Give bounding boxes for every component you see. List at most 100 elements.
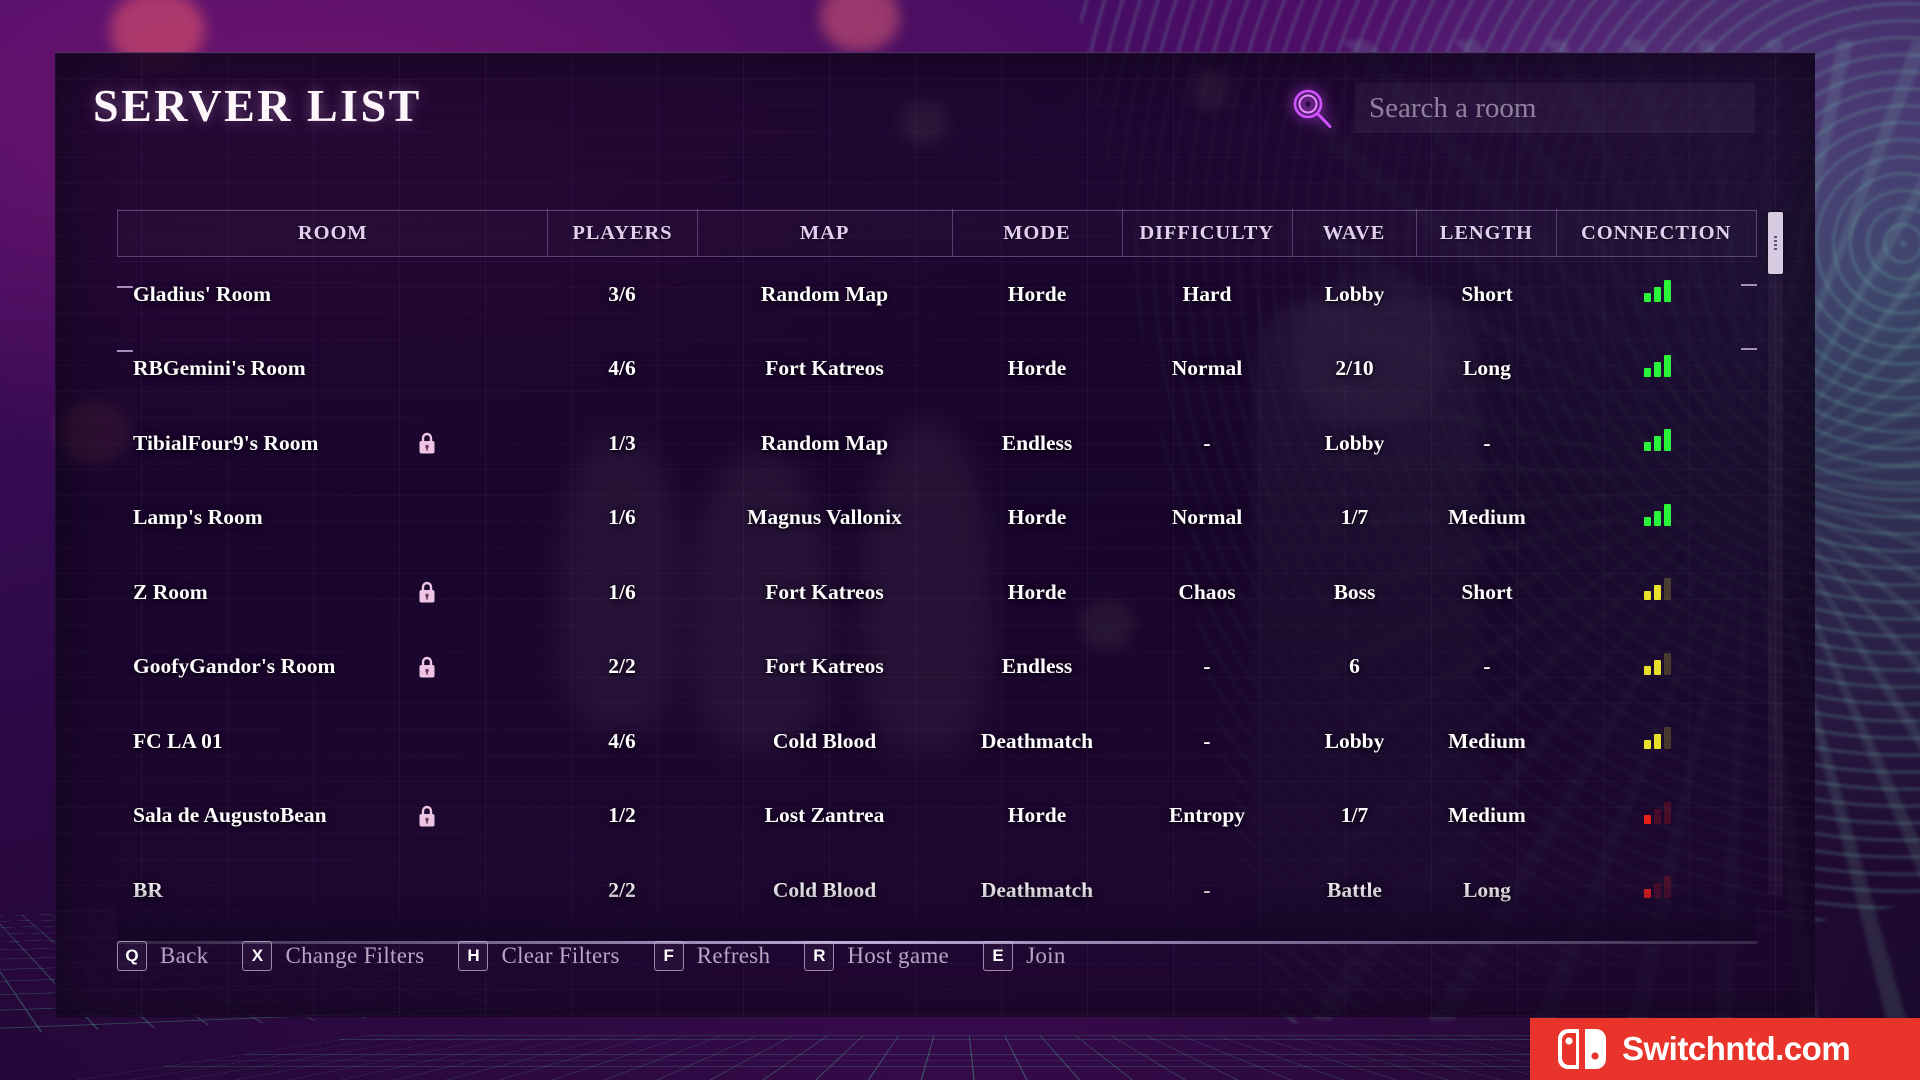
- keybind-footer: Q Back X Change Filters H Clear Filters F Refre…: [117, 941, 1100, 971]
- cell-connection: [1557, 355, 1757, 383]
- search-icon[interactable]: [1289, 85, 1335, 131]
- cell-mode: Endless: [952, 431, 1122, 456]
- table-row[interactable]: Gladius' Room 3/6 Random Map Horde Hard Lobby…: [117, 257, 1757, 332]
- cell-connection: [1557, 802, 1757, 830]
- cell-difficulty: -: [1122, 654, 1292, 679]
- keybind-clear-filters[interactable]: H Clear Filters: [458, 941, 619, 971]
- cell-map: Fort Katreos: [697, 356, 952, 381]
- cell-room: RBGemini's Room: [117, 356, 547, 381]
- cell-connection: [1557, 876, 1757, 904]
- lock-icon: [417, 431, 437, 455]
- column-header-mode[interactable]: MODE: [952, 222, 1122, 245]
- keybind-label: Refresh: [697, 943, 771, 969]
- cell-map: Cold Blood: [697, 729, 952, 754]
- cell-difficulty: Normal: [1122, 356, 1292, 381]
- cell-wave: 1/7: [1292, 803, 1417, 828]
- cell-connection: [1557, 504, 1757, 532]
- search-field-container[interactable]: [1355, 83, 1755, 133]
- table-row[interactable]: RBGemini's Room 4/6 Fort Katreos Horde Norma…: [117, 332, 1757, 407]
- cell-map: Fort Katreos: [697, 654, 952, 679]
- cell-wave: Lobby: [1292, 282, 1417, 307]
- cell-mode: Horde: [952, 505, 1122, 530]
- cell-map: Lost Zantrea: [697, 803, 952, 828]
- cell-difficulty: Hard: [1122, 282, 1292, 307]
- connection-signal-bars: [1644, 727, 1671, 749]
- keybind-label: Clear Filters: [501, 943, 619, 969]
- connection-signal-bars: [1644, 355, 1671, 377]
- table-row[interactable]: Sala de AugustoBean 1/2 Lost Zantrea Horde E…: [117, 779, 1757, 854]
- table-row[interactable]: BR 2/2 Cold Blood Deathmatch - Battle Long: [117, 853, 1757, 928]
- room-name: Lamp's Room: [133, 505, 263, 530]
- column-header-map[interactable]: MAP: [697, 222, 952, 245]
- table-row[interactable]: GoofyGandor's Room 2/2 Fort Katreos Endless…: [117, 630, 1757, 705]
- cell-length: Medium: [1417, 729, 1557, 754]
- cell-mode: Deathmatch: [952, 729, 1122, 754]
- keybind-back[interactable]: Q Back: [117, 941, 208, 971]
- cell-connection: [1557, 653, 1757, 681]
- connection-signal-bars: [1644, 280, 1671, 302]
- column-header-wave[interactable]: WAVE: [1292, 222, 1417, 245]
- keybind-label: Back: [160, 943, 208, 969]
- cell-map: Random Map: [697, 431, 952, 456]
- panel-header: SERVER LIST: [55, 53, 1815, 163]
- connection-signal-bars: [1644, 429, 1671, 451]
- cell-players: 4/6: [547, 356, 697, 381]
- connection-signal-bars: [1644, 876, 1671, 898]
- keybind-join[interactable]: E Join: [983, 941, 1066, 971]
- column-header-players[interactable]: PLAYERS: [547, 222, 697, 245]
- cell-wave: Lobby: [1292, 431, 1417, 456]
- cell-connection: [1557, 727, 1757, 755]
- lock-icon: [417, 804, 437, 828]
- column-header-connection[interactable]: CONNECTION: [1556, 222, 1756, 245]
- cell-wave: 2/10: [1292, 356, 1417, 381]
- watermark-text: Switchntd.com: [1622, 1030, 1850, 1068]
- cell-difficulty: Normal: [1122, 505, 1292, 530]
- cell-mode: Horde: [952, 356, 1122, 381]
- cell-players: 1/6: [547, 580, 697, 605]
- room-name: FC LA 01: [133, 729, 223, 754]
- cell-connection: [1557, 280, 1757, 308]
- search-input[interactable]: [1369, 92, 1741, 125]
- keybind-host-game[interactable]: R Host game: [804, 941, 949, 971]
- column-header-difficulty[interactable]: DIFFICULTY: [1122, 222, 1292, 245]
- connection-signal-bars: [1644, 578, 1671, 600]
- server-list-panel: SERVER LIST ROOM PLAYERS MAP MODE DIFFIC…: [55, 52, 1815, 1017]
- table-row[interactable]: FC LA 01 4/6 Cold Blood Deathmatch - Lobby Med…: [117, 704, 1757, 779]
- keybind-key-r: R: [804, 941, 834, 971]
- table-header-row: ROOM PLAYERS MAP MODE DIFFICULTY WAVE LE…: [117, 210, 1757, 257]
- room-name: TibialFour9's Room: [133, 431, 318, 456]
- column-header-room[interactable]: ROOM: [118, 222, 547, 245]
- cell-wave: 1/7: [1292, 505, 1417, 530]
- cell-room: Gladius' Room: [117, 282, 547, 307]
- cell-map: Magnus Vallonix: [697, 505, 952, 530]
- search-area: [1289, 83, 1755, 133]
- cell-length: Short: [1417, 282, 1557, 307]
- list-scrollbar-track[interactable]: [1768, 212, 1783, 895]
- cell-difficulty: Chaos: [1122, 580, 1292, 605]
- room-name: RBGemini's Room: [133, 356, 306, 381]
- cell-players: 4/6: [547, 729, 697, 754]
- keybind-label: Host game: [847, 943, 949, 969]
- table-row[interactable]: TibialFour9's Room 1/3 Random Map Endless - L…: [117, 406, 1757, 481]
- keybind-change-filters[interactable]: X Change Filters: [242, 941, 424, 971]
- site-watermark: Switchntd.com: [1530, 1018, 1920, 1080]
- cell-players: 3/6: [547, 282, 697, 307]
- cell-wave: Lobby: [1292, 729, 1417, 754]
- table-row[interactable]: Lamp's Room 1/6 Magnus Vallonix Horde Normal…: [117, 481, 1757, 556]
- cell-map: Random Map: [697, 282, 952, 307]
- table-row[interactable]: Z Room 1/6 Fort Katreos Horde Chaos Boss Short: [117, 555, 1757, 630]
- room-name: Z Room: [133, 580, 208, 605]
- nintendo-switch-logo-icon: [1556, 1027, 1608, 1071]
- cell-difficulty: -: [1122, 729, 1292, 754]
- cell-length: Long: [1417, 878, 1557, 903]
- room-name: GoofyGandor's Room: [133, 654, 335, 679]
- list-scrollbar-thumb[interactable]: [1768, 212, 1783, 274]
- cell-room: BR: [117, 878, 547, 903]
- lock-icon: [417, 655, 437, 679]
- keybind-refresh[interactable]: F Refresh: [654, 941, 771, 971]
- column-header-length[interactable]: LENGTH: [1416, 222, 1556, 245]
- keybind-label: Change Filters: [285, 943, 424, 969]
- cell-difficulty: -: [1122, 878, 1292, 903]
- connection-signal-bars: [1644, 653, 1671, 675]
- keybind-key-x: X: [242, 941, 272, 971]
